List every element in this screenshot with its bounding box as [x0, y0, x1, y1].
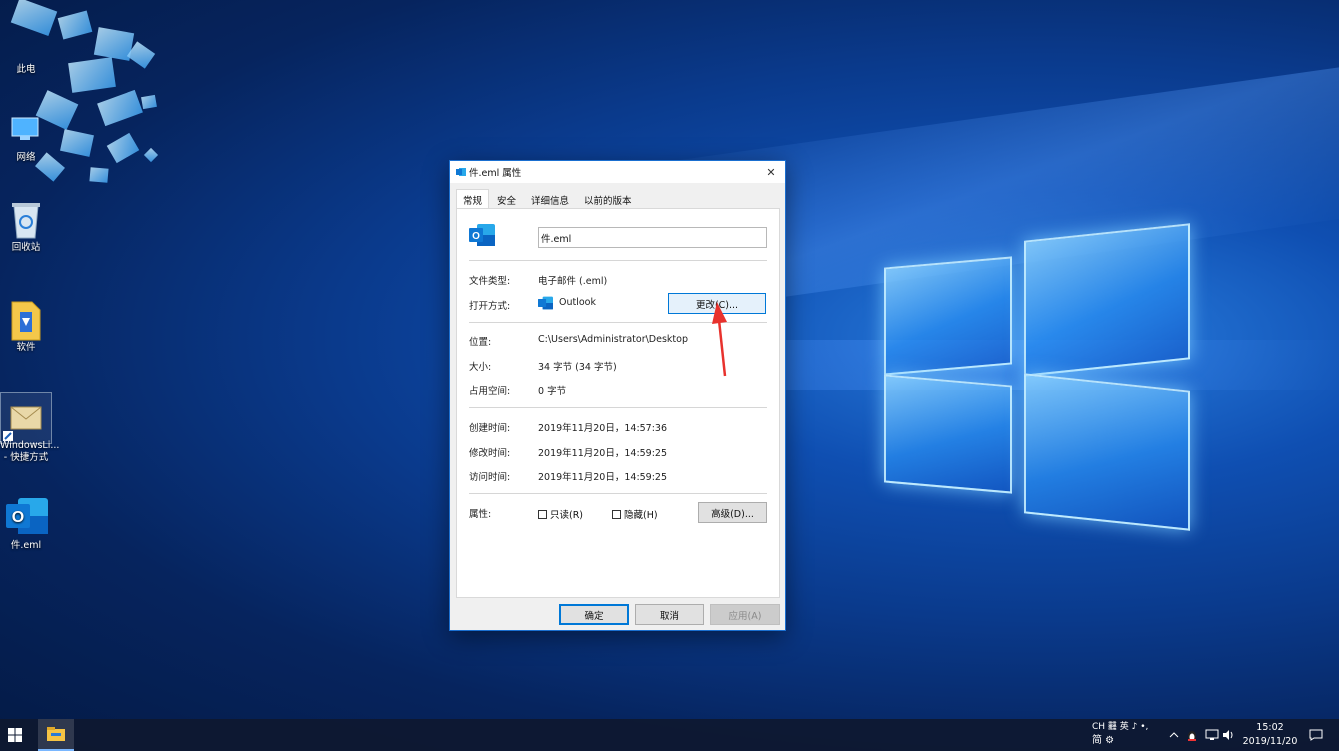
desktop-icon-software-folder[interactable]: 软件 [0, 298, 52, 354]
desktop-icon-label: WindowsLi... - 快捷方式 [0, 440, 60, 463]
disk-size-value: 0 字节 [538, 386, 567, 397]
clock-date: 2019/11/20 [1242, 736, 1298, 747]
volume-icon [1223, 730, 1233, 740]
checkbox-box[interactable] [612, 509, 621, 519]
desktop-icon-eml-file[interactable]: O 件.eml [0, 496, 52, 552]
computer-icon [6, 20, 46, 60]
location-value: C:\Users\Administrator\Desktop [538, 334, 688, 345]
modified-label: 修改时间: [469, 448, 511, 459]
desktop-icon-recycle-bin[interactable]: 回收站 [0, 198, 52, 254]
outlook-icon [456, 168, 466, 176]
size-label: 大小: [469, 362, 492, 373]
ime-status[interactable]: CH 䨻 英 ♪ •, [1092, 720, 1148, 734]
accessed-label: 访问时间: [469, 472, 511, 483]
advanced-button[interactable]: 高级(D)... [698, 502, 767, 523]
properties-dialog: 件.eml 属性 ✕ 常规 安全 详细信息 以前的版本 O 件.eml 文件类型… [449, 160, 786, 631]
attributes-label: 属性: [469, 509, 492, 520]
ok-button[interactable]: 确定 [559, 604, 629, 625]
outlook-icon: O [6, 496, 48, 536]
windows-start-icon [8, 728, 22, 742]
taskbar-file-explorer[interactable] [38, 719, 74, 751]
open-with-value: Outlook [559, 297, 596, 308]
desktop-icon-label: 网络 [16, 152, 36, 163]
apply-button[interactable]: 应用(A) [710, 604, 780, 625]
taskbar: CH 䨻 英 ♪ •, 简 ⚙ 15:02 2019/11/20 [0, 719, 1339, 751]
file-type-label: 文件类型: [469, 276, 511, 287]
show-hidden-icons-button[interactable] [1169, 719, 1179, 751]
notification-icon [1309, 729, 1323, 741]
created-label: 创建时间: [469, 423, 511, 434]
svg-text:O: O [12, 509, 24, 526]
network-tray-button[interactable] [1205, 719, 1219, 751]
network-monitor-icon [1205, 729, 1219, 740]
mail-shortcut-icon [0, 392, 52, 444]
desktop-icon-windowslive-shortcut[interactable]: WindowsLi... - 快捷方式 [0, 392, 60, 464]
chevron-up-icon [1169, 732, 1179, 738]
accessed-value: 2019年11月20日，14:59:25 [538, 472, 668, 483]
start-button[interactable] [0, 719, 30, 751]
location-label: 位置: [469, 337, 492, 348]
close-button[interactable]: ✕ [757, 161, 785, 183]
hidden-checkbox[interactable]: 隐藏(H) [612, 507, 658, 521]
desktop-icon-label: 件.eml [10, 540, 42, 551]
tray-app-icon[interactable] [1186, 719, 1198, 751]
checkbox-box[interactable] [538, 509, 547, 519]
taskbar-clock[interactable]: 15:02 2019/11/20 [1238, 721, 1302, 749]
divider [469, 407, 767, 408]
dialog-titlebar[interactable]: 件.eml 属性 ✕ [450, 161, 785, 183]
desktop-icon-this-pc[interactable]: 此电 [0, 20, 52, 76]
action-center-button[interactable] [1309, 719, 1323, 751]
file-type-value: 电子邮件 (.eml) [538, 276, 608, 287]
created-value: 2019年11月20日，14:57:36 [538, 423, 668, 434]
desktop-icon-label: 软件 [16, 342, 36, 353]
readonly-checkbox[interactable]: 只读(R) [538, 507, 583, 521]
desktop-icon-label: 此电 [16, 64, 36, 75]
cancel-button[interactable]: 取消 [635, 604, 704, 625]
folder-icon [6, 298, 46, 341]
recycle-bin-icon [6, 198, 46, 239]
volume-tray-button[interactable] [1222, 719, 1236, 751]
modified-value: 2019年11月20日，14:59:25 [538, 448, 668, 459]
filename-input[interactable]: 件.eml [538, 227, 767, 248]
ime-mode[interactable]: 简 ⚙ [1092, 734, 1114, 748]
divider [469, 493, 767, 494]
readonly-label: 只读(R) [550, 510, 584, 521]
hidden-label: 隐藏(H) [624, 510, 658, 521]
open-with-label: 打开方式: [469, 301, 511, 312]
disk-size-label: 占用空间: [469, 386, 511, 397]
dialog-title: 件.eml 属性 [469, 168, 522, 179]
outlook-icon: O [469, 224, 495, 246]
desktop-icon-network[interactable]: 网络 [0, 108, 52, 164]
divider [469, 260, 767, 261]
qq-penguin-icon [1188, 731, 1196, 741]
network-icon [6, 108, 46, 148]
clock-time: 15:02 [1256, 722, 1284, 733]
svg-text:O: O [472, 231, 480, 242]
outlook-icon [538, 296, 553, 310]
close-icon: ✕ [766, 165, 776, 179]
general-tab-panel: O 件.eml 文件类型: 电子邮件 (.eml) 打开方式: Outlook … [456, 208, 780, 598]
desktop-icon-label: 回收站 [11, 242, 41, 253]
file-explorer-icon [47, 727, 65, 741]
red-arrow-annotation [712, 302, 727, 377]
size-value: 34 字节 (34 字节) [538, 362, 617, 373]
